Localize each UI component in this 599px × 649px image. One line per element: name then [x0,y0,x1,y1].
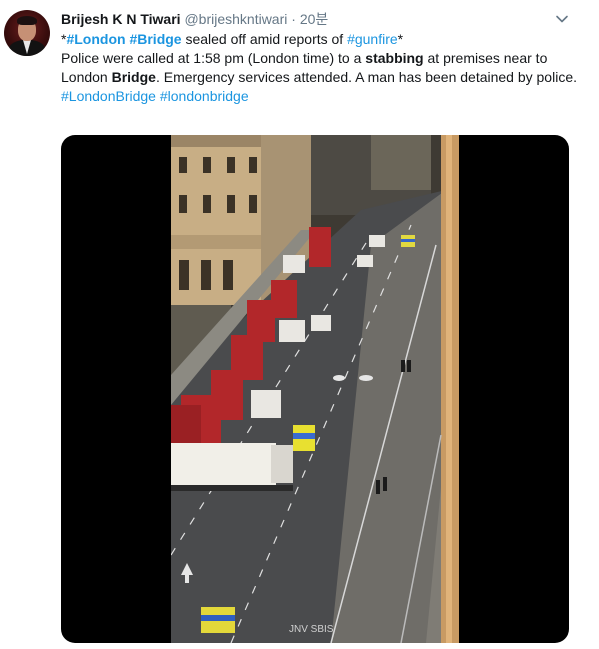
tweet: Brijesh K N Tiwari @brijeshkntiwari · 20… [0,0,599,649]
avatar[interactable] [4,10,50,56]
separator-dot: · [291,11,296,27]
chevron-down-icon[interactable] [555,12,569,26]
hashtag-london[interactable]: #London [66,31,125,47]
hashtag-londonbridge-lower[interactable]: #londonbridge [160,88,249,104]
tweet-line-hashtags: #LondonBridge #londonbridge [61,87,581,106]
hashtag-londonbridge[interactable]: #LondonBridge [61,88,156,104]
avatar-hair [17,16,37,25]
tweet-header: Brijesh K N Tiwari @brijeshkntiwari · 20… [61,10,328,28]
text-fragment: Police were called at 1:58 pm (London ti… [61,50,366,66]
hashtag-bridge[interactable]: #Bridge [129,31,181,47]
user-handle[interactable]: @brijeshkntiwari [184,11,287,27]
tweet-text: * #London #Bridge sealed off amid reports… [61,30,581,106]
tweet-line-headline: * #London #Bridge sealed off amid reports… [61,30,581,49]
display-name[interactable]: Brijesh K N Tiwari [61,11,181,27]
road-marking-text: JNV SBIS [289,624,334,635]
timestamp[interactable]: 20분 [300,11,328,27]
text-fragment: . Emergency services attended. A man has… [155,69,577,85]
text-fragment: sealed off amid reports of [181,31,348,47]
bold-bridge: Bridge [111,69,156,85]
text-fragment: * [397,31,404,47]
bold-stabbing: stabbing [365,50,424,66]
hashtag-gunfire[interactable]: #gunfire [347,31,398,47]
tweet-line-body: Police were called at 1:58 pm (London ti… [61,49,581,87]
video-frame: JNV SBIS [171,135,459,643]
video-media[interactable]: JNV SBIS [61,135,569,643]
